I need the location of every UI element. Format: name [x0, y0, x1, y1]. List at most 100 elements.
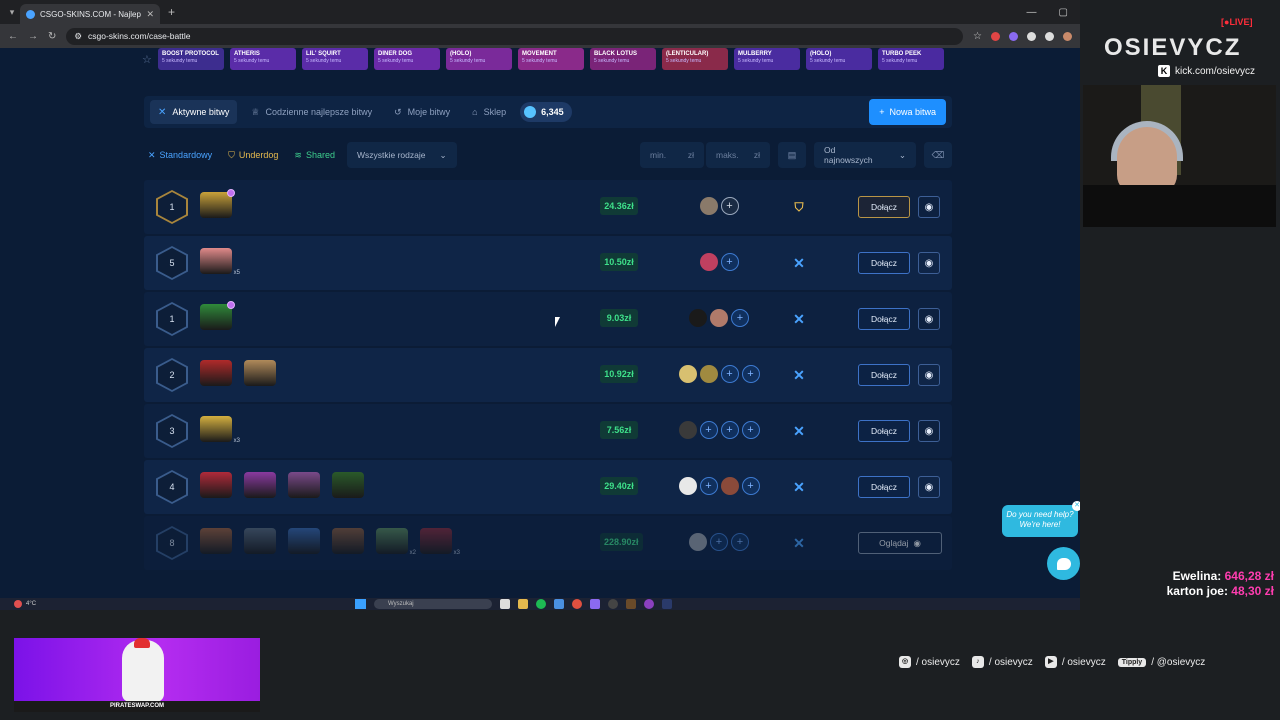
file-explorer-icon[interactable]	[518, 599, 528, 609]
extension-box-icon[interactable]	[1027, 31, 1036, 41]
empty-slot-plus-icon[interactable]: +	[720, 197, 739, 215]
app-icon[interactable]	[662, 599, 672, 609]
player-avatar[interactable]	[689, 533, 707, 551]
player-avatar[interactable]	[699, 365, 718, 383]
player-avatar[interactable]	[678, 477, 697, 495]
favorite-star-icon[interactable]: ☆	[142, 53, 152, 66]
battle-row[interactable]: 8 x2 x3 228.90zł + + ✕ Oglądaj ◉	[144, 516, 952, 570]
empty-slot-plus-icon[interactable]: +	[699, 421, 718, 439]
extension-menu-icon[interactable]	[1045, 31, 1054, 41]
battle-row[interactable]: 3 x3 7.56zł + + + ✕ Dołącz ◉	[144, 404, 952, 458]
task-view-icon[interactable]	[500, 599, 510, 609]
tab-shop[interactable]: ⌂ Sklep	[464, 100, 514, 124]
close-help-icon[interactable]: ✕	[1072, 501, 1080, 511]
chrome-icon[interactable]	[572, 599, 582, 609]
ticker-item[interactable]: BOOST PROTOCOL 5 sekundy temu	[158, 48, 224, 70]
windows-start-icon[interactable]	[355, 599, 366, 609]
maximize-icon[interactable]: ▢	[1059, 7, 1068, 18]
ticker-item[interactable]: MULBERRY 5 sekundy temu	[734, 48, 800, 70]
new-tab-icon[interactable]: +	[168, 5, 175, 19]
battle-row[interactable]: 2 10.92zł + + ✕ Dołącz ◉	[144, 348, 952, 402]
battle-row[interactable]: 4 29.40zł + + ✕ Dołącz ◉	[144, 460, 952, 514]
empty-slot-plus-icon[interactable]: +	[710, 533, 728, 551]
empty-slot-plus-icon[interactable]: +	[741, 365, 760, 383]
empty-slot-plus-icon[interactable]: +	[720, 421, 739, 439]
chat-launcher-button[interactable]	[1047, 547, 1080, 580]
ticker-item[interactable]: ATHERIS 5 sekundy temu	[230, 48, 296, 70]
max-price-input[interactable]: maks. zł	[706, 142, 770, 168]
bookmark-star-icon[interactable]: ☆	[973, 31, 982, 42]
sort-dropdown[interactable]: Od najnowszych ⌄	[814, 142, 916, 168]
player-avatar[interactable]	[710, 309, 728, 327]
player-avatar[interactable]	[678, 365, 697, 383]
join-button[interactable]: Dołącz	[858, 420, 910, 442]
player-avatar[interactable]	[699, 253, 718, 271]
view-eye-icon[interactable]: ◉	[918, 252, 940, 274]
view-eye-icon[interactable]: ◉	[918, 476, 940, 498]
discord-icon[interactable]	[644, 599, 654, 609]
clear-filters-button[interactable]: ⌫	[924, 142, 952, 168]
profile-avatar[interactable]	[1063, 31, 1072, 41]
obs-icon[interactable]	[608, 599, 618, 609]
ticker-item[interactable]: (HOLO) 5 sekundy temu	[806, 48, 872, 70]
empty-slot-plus-icon[interactable]: +	[741, 477, 760, 495]
game-icon[interactable]	[626, 599, 636, 609]
tab-daily-top-battles[interactable]: ♕ Codzienne najlepsze bitwy	[243, 100, 380, 124]
ticker-item[interactable]: DINER DOG 5 sekundy temu	[374, 48, 440, 70]
min-price-input[interactable]: min. zł	[640, 142, 704, 168]
close-tab-icon[interactable]: ✕	[146, 9, 154, 20]
extension-record-icon[interactable]	[991, 31, 1000, 41]
url-field[interactable]: ⚙ csgo-skins.com/case-battle	[66, 27, 964, 45]
ticker-item[interactable]: BLACK LOTUS 5 sekundy temu	[590, 48, 656, 70]
view-eye-icon[interactable]: ◉	[918, 420, 940, 442]
battle-row[interactable]: 1 24.36zł + ⛉ Dołącz ◉	[144, 180, 952, 234]
player-avatar[interactable]	[689, 309, 707, 327]
empty-slot-plus-icon[interactable]: +	[699, 477, 718, 495]
filter-standard[interactable]: ✕ Standardowy	[144, 150, 216, 161]
empty-slot-plus-icon[interactable]: +	[741, 421, 760, 439]
site-info-icon[interactable]: ⚙	[74, 31, 82, 42]
minimize-icon[interactable]: —	[1027, 7, 1037, 18]
weather-widget[interactable]: 4°C	[14, 600, 36, 608]
tab-active-battles[interactable]: ✕ Aktywne bitwy	[150, 100, 238, 124]
reload-icon[interactable]: ↻	[48, 31, 56, 42]
filter-underdog[interactable]: ⛉ Underdog	[224, 150, 282, 161]
join-button[interactable]: Dołącz	[858, 252, 910, 274]
tab-search-icon[interactable]: ▾	[4, 7, 20, 18]
join-button[interactable]: Dołącz	[858, 364, 910, 386]
join-button[interactable]: Dołącz	[858, 476, 910, 498]
player-avatar[interactable]	[678, 421, 697, 439]
ticker-item[interactable]: MOVEMENT 5 sekundy temu	[518, 48, 584, 70]
forward-icon[interactable]: →	[28, 31, 38, 42]
help-bubble[interactable]: Do you need help? We're here! ✕	[1002, 501, 1080, 537]
extension-purple-icon[interactable]	[1009, 31, 1018, 41]
coin-balance[interactable]: 6,345	[520, 102, 572, 122]
join-button[interactable]: Dołącz	[858, 196, 910, 218]
type-dropdown[interactable]: Wszystkie rodzaje ⌄	[346, 142, 457, 168]
ticker-item[interactable]: TURBO PEEK 5 sekundy temu	[878, 48, 944, 70]
empty-slot-plus-icon[interactable]: +	[731, 309, 749, 327]
browser-tab[interactable]: CSGO-SKINS.COM - Najlepsze ✕	[20, 4, 160, 24]
spotify-icon[interactable]	[536, 599, 546, 609]
view-eye-icon[interactable]: ◉	[918, 364, 940, 386]
battle-row[interactable]: 5 x5 10.50zł + ✕ Dołącz ◉	[144, 236, 952, 290]
view-eye-icon[interactable]: ◉	[918, 196, 940, 218]
battle-row[interactable]: 1 9.03zł + ✕ Dołącz ◉	[144, 292, 952, 346]
empty-slot-plus-icon[interactable]: +	[731, 533, 749, 551]
back-icon[interactable]: ←	[8, 31, 18, 42]
ticker-item[interactable]: (HOLO) 5 sekundy temu	[446, 48, 512, 70]
ticker-item[interactable]: LIL' SQUIRT 5 sekundy temu	[302, 48, 368, 70]
new-battle-button[interactable]: + Nowa bitwa	[869, 99, 946, 125]
join-button[interactable]: Dołącz	[858, 308, 910, 330]
empty-slot-plus-icon[interactable]: +	[720, 365, 739, 383]
store-icon[interactable]	[554, 599, 564, 609]
filter-shared[interactable]: ≋ Shared	[290, 150, 339, 161]
app-icon[interactable]	[590, 599, 600, 609]
empty-slot-plus-icon[interactable]: +	[720, 253, 739, 271]
tab-my-battles[interactable]: ↺ Moje bitwy	[386, 100, 458, 124]
taskbar-search[interactable]: Wyszukaj	[374, 599, 492, 609]
player-avatar[interactable]	[699, 197, 718, 215]
watch-button[interactable]: Oglądaj ◉	[858, 532, 942, 554]
player-avatar[interactable]	[720, 477, 739, 495]
ticker-item[interactable]: (LENTICULAR) 5 sekundy temu	[662, 48, 728, 70]
